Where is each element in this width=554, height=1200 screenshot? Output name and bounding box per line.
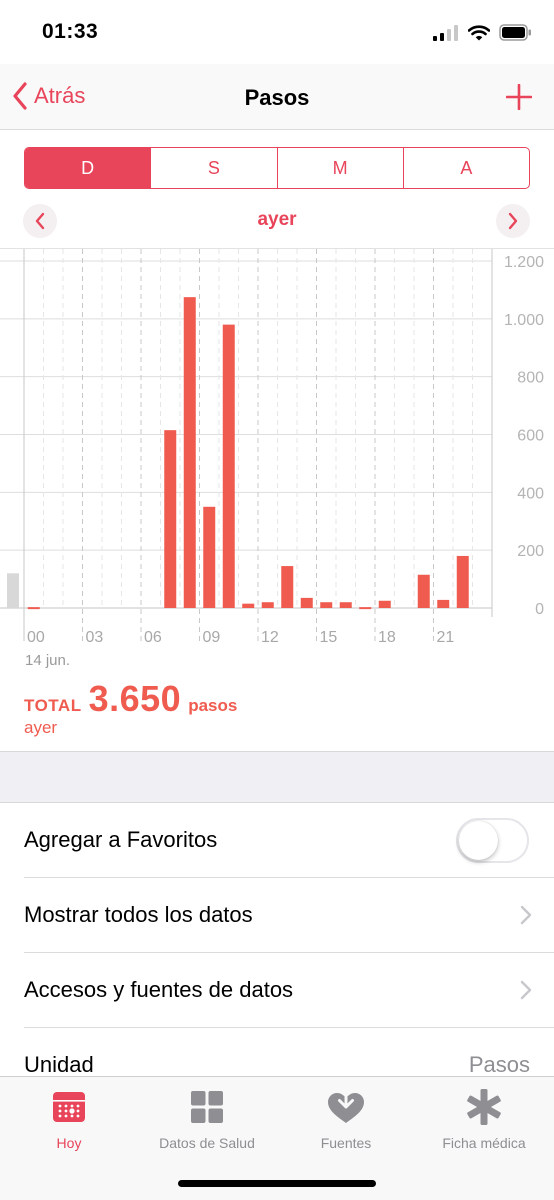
- chart-bar: [300, 597, 313, 608]
- wifi-icon: [468, 24, 490, 40]
- tab-health-data-label: Datos de Salud: [159, 1135, 255, 1151]
- chart-bar: [27, 607, 40, 610]
- unit-value: Pasos: [468, 1052, 530, 1077]
- tab-today-label: Hoy: [56, 1135, 82, 1151]
- segment-year[interactable]: A: [402, 148, 529, 188]
- chart-y-tick-label: 400: [517, 485, 544, 502]
- tab-today[interactable]: Hoy: [0, 1085, 138, 1151]
- chart-x-tick-label: 03: [86, 629, 104, 646]
- chart-x-tick-label: 21: [437, 629, 455, 646]
- status-time: 01:33: [42, 20, 99, 43]
- chart-x-tick-label: 09: [203, 629, 221, 646]
- show-all-data-label: Mostrar todos los datos: [24, 902, 253, 927]
- chart-date-label: 14 jun.: [25, 652, 71, 669]
- tab-medical-id-label: Ficha médica: [442, 1135, 526, 1151]
- segment-month[interactable]: M: [276, 148, 403, 188]
- chart-y-tick-label: 1.200: [504, 254, 544, 271]
- home-indicator: [178, 1180, 376, 1187]
- chart-x-tick-label: 00: [27, 629, 45, 646]
- chart-bar: [281, 566, 294, 608]
- chart-x-tick-label: 06: [144, 629, 162, 646]
- total-unit: pasos: [188, 696, 238, 715]
- chart-y-tick-label: 0: [535, 601, 544, 618]
- chart-bar: [456, 555, 469, 608]
- chart-bar: [437, 599, 450, 608]
- page-title: Pasos: [244, 85, 310, 110]
- favorites-toggle[interactable]: [456, 818, 529, 863]
- chart-bar: [339, 602, 352, 608]
- show-all-data-row[interactable]: Mostrar todos los datos: [0, 878, 554, 953]
- favorites-label: Agregar a Favoritos: [24, 827, 218, 852]
- favorites-row: Agregar a Favoritos: [0, 803, 554, 878]
- add-button[interactable]: [505, 83, 533, 115]
- tab-sources[interactable]: Fuentes: [277, 1085, 415, 1151]
- chevron-right-icon: [508, 212, 518, 230]
- total-period: ayer: [24, 718, 58, 737]
- data-sources-row[interactable]: Accesos y fuentes de datos: [0, 953, 554, 1028]
- steps-total: TOTAL 3.650 pasos: [24, 678, 237, 720]
- chart-bar: [164, 430, 177, 608]
- current-period-label: ayer: [257, 209, 297, 230]
- chart-bar: [222, 324, 235, 608]
- steps-bar-chart[interactable]: 1.2001.000800600400200000 03 06 09 12 15 18 21: [0, 249, 554, 649]
- chart-y-tick-label: 200: [517, 543, 544, 560]
- plus-icon: [505, 83, 533, 111]
- chevron-right-icon: [520, 905, 532, 925]
- status-icons: [433, 24, 532, 41]
- chart-bar: [203, 506, 216, 608]
- tab-health-data[interactable]: Datos de Salud: [138, 1085, 276, 1151]
- unit-label: Unidad: [24, 1052, 94, 1077]
- total-value: 3.650: [88, 678, 182, 719]
- chart-bar: [183, 297, 196, 608]
- toggle-knob: [459, 821, 498, 860]
- asterisk-icon: [467, 1089, 501, 1125]
- tab-medical-id[interactable]: Ficha médica: [415, 1085, 553, 1151]
- total-label: TOTAL: [24, 696, 82, 715]
- chart-y-tick-label: 1.000: [504, 312, 544, 329]
- section-separator: [0, 751, 554, 803]
- status-bar: 01:33: [0, 0, 554, 64]
- segment-day[interactable]: D: [25, 148, 151, 188]
- chart-bar: [261, 602, 274, 608]
- grid-icon: [191, 1091, 223, 1123]
- cellular-signal-icon: [433, 24, 458, 41]
- chart-x-tick-label: 15: [320, 629, 338, 646]
- chart-bar-previous-day: [7, 573, 19, 608]
- calendar-icon: [53, 1092, 85, 1122]
- chart-bar: [378, 600, 391, 608]
- navigation-bar: Atrás Pasos: [0, 64, 554, 130]
- chart-bar: [359, 607, 372, 610]
- battery-icon: [499, 24, 531, 41]
- chart-y-tick-label: 600: [517, 428, 544, 445]
- period-segmented-control: D S M A: [24, 147, 530, 189]
- chart-bar: [417, 574, 430, 608]
- chevron-right-icon: [520, 980, 532, 1000]
- date-navigator: ayer: [0, 200, 554, 240]
- chart-x-tick-label: 12: [261, 629, 279, 646]
- data-sources-label: Accesos y fuentes de datos: [24, 977, 294, 1002]
- heart-arrow-icon: [328, 1087, 364, 1123]
- chart-bar: [320, 602, 333, 608]
- chart-bar: [242, 603, 255, 608]
- chart-x-tick-label: 18: [378, 629, 396, 646]
- tab-sources-label: Fuentes: [320, 1135, 372, 1151]
- chart-y-tick-label: 800: [517, 370, 544, 387]
- segment-week[interactable]: S: [150, 148, 276, 188]
- next-period-button[interactable]: [496, 204, 530, 238]
